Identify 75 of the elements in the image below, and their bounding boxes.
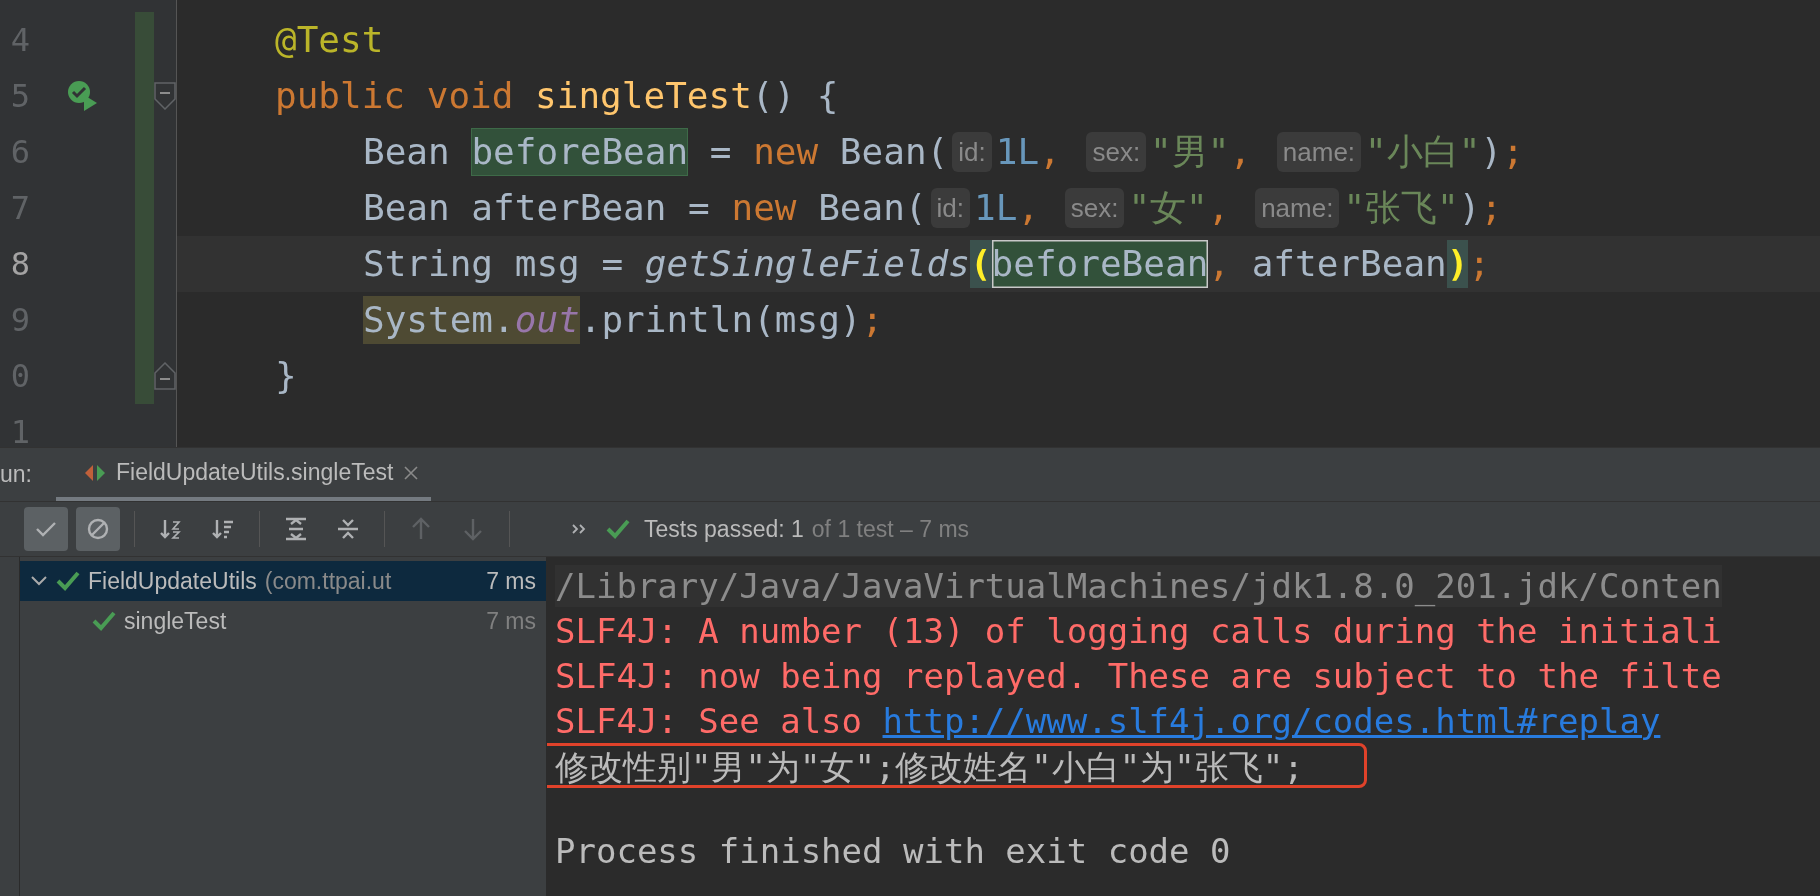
code-token: ( [969, 240, 992, 288]
code-token: void [425, 74, 514, 118]
code-token: 1L [974, 186, 1018, 230]
close-icon[interactable] [403, 464, 420, 481]
test-duration: 7 ms [486, 607, 536, 635]
code-token: ; [861, 298, 884, 342]
code-token: , [1017, 186, 1041, 230]
code-token: "小白" [1365, 130, 1481, 174]
chevron-icon[interactable] [30, 574, 48, 588]
code-token: Bean( [838, 130, 949, 174]
code-token: ) [1446, 240, 1469, 288]
circle-slash-icon [85, 516, 111, 542]
code-token: 1L [995, 130, 1040, 174]
parameter-hint: id: [952, 132, 992, 172]
code-token: out [514, 296, 580, 344]
code-token: public [275, 74, 406, 118]
code-token: beforeBean [991, 240, 1209, 288]
code-token: .println(msg) [579, 298, 862, 342]
parameter-hint: id: [930, 188, 970, 228]
code-token: singleTest [534, 74, 752, 118]
code-token: , [1039, 130, 1062, 174]
console-link[interactable]: http://www.slf4j.org/codes.html#replay [882, 700, 1661, 741]
code-token: afterBean [1250, 242, 1447, 286]
code-token: "张飞" [1343, 186, 1459, 230]
code-token: new [731, 186, 797, 230]
code-token: Bean( [817, 186, 927, 230]
code-token: = [708, 130, 733, 174]
parameter-hint: name: [1255, 188, 1340, 228]
code-token: String msg = [363, 242, 625, 286]
test-duration: 7 ms [486, 567, 536, 595]
test-package: (com.ttpai.ut [264, 567, 392, 595]
show-passed-button[interactable] [24, 507, 68, 551]
test-name[interactable]: singleTest [124, 607, 227, 635]
fold-icon[interactable] [154, 82, 176, 110]
code-token: Bean [363, 130, 451, 174]
tab-title: FieldUpdateUtils.singleTest [116, 459, 394, 486]
parameter-hint: sex: [1064, 188, 1125, 228]
code-token: ) [1458, 186, 1481, 230]
check-icon [606, 518, 630, 540]
code-token: ; [1502, 130, 1524, 174]
code-token: new [753, 130, 819, 174]
tree-item[interactable]: FieldUpdateUtils (com.ttpai.ut 7 ms [20, 561, 546, 601]
fold-icon[interactable] [154, 362, 176, 390]
show-ignored-button[interactable] [76, 507, 120, 551]
expand-all-icon [283, 516, 309, 542]
status-text: Tests passed: 1 [644, 515, 804, 543]
code-token: "男" [1150, 130, 1230, 174]
code-token: System. [363, 296, 515, 344]
console-line: Process finished with exit code 0 [555, 829, 1231, 872]
code-token: , [1229, 130, 1253, 174]
check-icon [92, 610, 116, 632]
code-token: , [1207, 186, 1231, 230]
code-token: , [1208, 242, 1230, 286]
console-line: 修改性别"男"为"女";修改姓名"小白"为"张飞"; [555, 747, 1304, 787]
code-token: @Test [275, 18, 384, 62]
check-icon [56, 570, 80, 592]
status-detail: of 1 test – 7 ms [811, 515, 970, 543]
parameter-hint: name: [1276, 132, 1362, 172]
console-line: SLF4J: See also http://www.slf4j.org/codes.html#replay [555, 699, 1661, 742]
code-token: getSingleFields [644, 242, 970, 286]
code-token: ; [1468, 242, 1491, 286]
run-config-icon [84, 462, 106, 483]
test-name: FieldUpdateUtils [88, 567, 257, 595]
code-token: Bean afterBean = [363, 186, 711, 230]
console-line: SLF4J: now being replayed. These are subject to the filte [555, 654, 1722, 697]
code-token: () { [751, 74, 839, 118]
console-line: SLF4J: A number (13) of logging calls during the initiali [555, 609, 1722, 652]
code-token: "女" [1128, 186, 1208, 230]
line-number: 8 [9, 245, 30, 283]
code-token: } [275, 354, 297, 398]
parameter-hint: sex: [1086, 132, 1147, 172]
code-token: beforeBean [471, 128, 689, 176]
panel-label: un: [0, 461, 32, 488]
code-token: ; [1480, 186, 1503, 230]
code-token: ) [1480, 130, 1503, 174]
